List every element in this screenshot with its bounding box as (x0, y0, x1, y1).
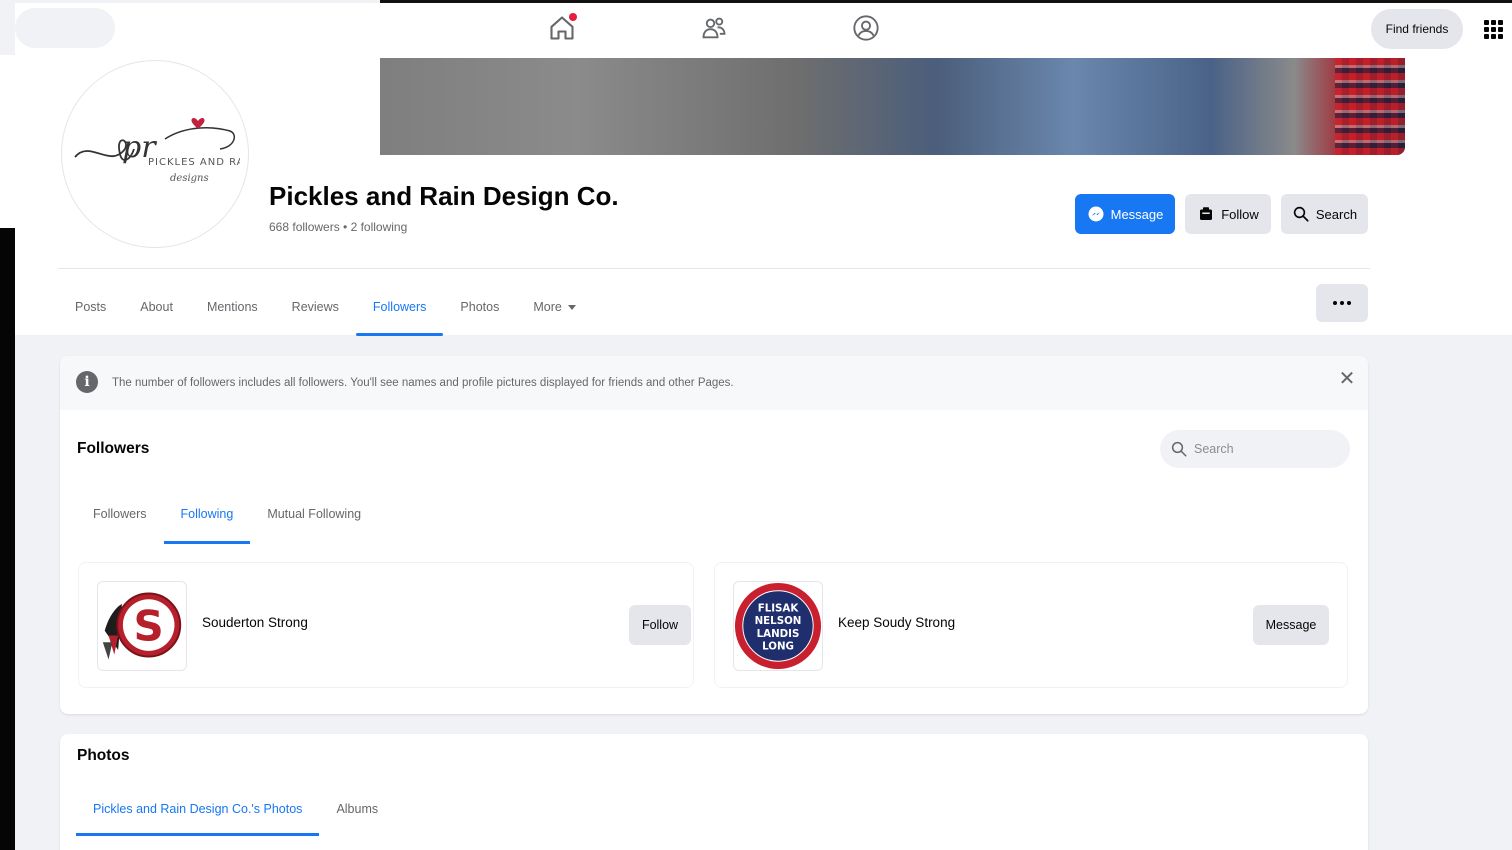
list-item: FLISAK NELSON LANDIS LONG Keep Soudy Str… (714, 562, 1348, 688)
svg-text:S: S (134, 601, 164, 650)
page-header-content: pr PICKLES AND RAIN designs Pickles and … (15, 55, 1512, 336)
svg-text:PICKLES AND RAIN: PICKLES AND RAIN (148, 157, 240, 168)
search-icon (1171, 441, 1187, 457)
tab-more[interactable]: More (516, 278, 592, 336)
tab-about[interactable]: About (123, 278, 190, 336)
left-edge-strip (0, 228, 15, 850)
svg-text:LANDIS: LANDIS (757, 628, 800, 640)
header-divider (58, 268, 1370, 269)
follower-stats[interactable]: 668 followers • 2 following (269, 220, 407, 234)
photos-card: Photos Pickles and Rain Design Co.'s Pho… (60, 734, 1368, 850)
tab-photos[interactable]: Photos (443, 278, 516, 336)
search-button[interactable]: Search (1281, 194, 1368, 234)
tab-followers[interactable]: Followers (355, 278, 444, 336)
search-icon (1293, 206, 1309, 222)
svg-text:NELSON: NELSON (755, 615, 802, 627)
top-navigation: Find friends (15, 3, 1512, 55)
followers-search-input[interactable] (1194, 442, 1334, 456)
more-options-button[interactable] (1316, 284, 1368, 322)
follow-icon (1200, 207, 1213, 220)
page-tabs: Posts About Mentions Reviews Followers P… (58, 278, 593, 336)
info-text: The number of followers includes all fol… (112, 377, 734, 389)
followers-subtabs: Followers Following Mutual Following (76, 484, 378, 544)
followers-search[interactable] (1160, 430, 1350, 468)
tab-reviews[interactable]: Reviews (275, 278, 356, 336)
find-friends-button[interactable]: Find friends (1371, 9, 1463, 49)
message-person-button[interactable]: Message (1253, 605, 1329, 645)
subtab-mutual-following[interactable]: Mutual Following (250, 484, 378, 544)
follow-button-label: Follow (1221, 206, 1259, 222)
notification-dot (569, 13, 577, 21)
page-title: Pickles and Rain Design Co. (269, 181, 619, 211)
friends-icon[interactable] (697, 11, 731, 45)
caret-down-icon (567, 304, 576, 310)
tab-posts[interactable]: Posts (58, 278, 123, 336)
search-button-label: Search (1315, 206, 1358, 222)
tab-more-label: More (533, 300, 562, 314)
tab-page-photos[interactable]: Pickles and Rain Design Co.'s Photos (76, 782, 320, 836)
person-name[interactable]: Keep Soudy Strong (838, 615, 955, 630)
close-icon[interactable]: ✕ (1336, 367, 1358, 390)
souderton-strong-logo[interactable]: S (97, 581, 187, 671)
tab-mentions[interactable]: Mentions (190, 278, 275, 336)
message-button[interactable]: Message (1075, 194, 1175, 234)
keep-soudy-strong-logo[interactable]: FLISAK NELSON LANDIS LONG (733, 581, 823, 671)
person-name[interactable]: Souderton Strong (202, 615, 308, 630)
profile-icon[interactable] (849, 11, 883, 45)
svg-text:FLISAK: FLISAK (758, 602, 800, 614)
follow-button[interactable]: Follow (1185, 194, 1271, 234)
followers-card: i The number of followers includes all f… (60, 356, 1368, 714)
messenger-icon (1088, 206, 1104, 222)
info-banner: i The number of followers includes all f… (60, 356, 1368, 410)
svg-text:LONG: LONG (762, 640, 794, 652)
photos-section-title: Photos (77, 747, 130, 764)
followers-section-title: Followers (77, 440, 150, 457)
message-button-label: Message (1110, 206, 1164, 222)
subtab-following[interactable]: Following (163, 484, 251, 544)
pickles-and-rain-logo: pr PICKLES AND RAIN designs (74, 118, 240, 184)
subtab-followers[interactable]: Followers (76, 484, 164, 544)
list-item: S Souderton Strong Follow (78, 562, 694, 688)
search-pill-placeholder[interactable] (15, 8, 115, 48)
svg-text:designs: designs (170, 173, 209, 184)
home-icon[interactable] (545, 11, 579, 45)
grid-menu-icon[interactable] (1473, 9, 1512, 49)
page-avatar[interactable]: pr PICKLES AND RAIN designs (62, 61, 248, 247)
tab-albums[interactable]: Albums (319, 782, 395, 836)
follow-person-button[interactable]: Follow (629, 605, 691, 645)
photos-tabs: Pickles and Rain Design Co.'s Photos Alb… (76, 782, 395, 836)
info-icon: i (76, 371, 98, 393)
